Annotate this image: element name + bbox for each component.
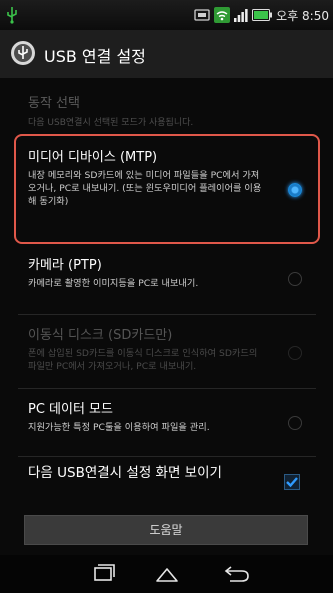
divider <box>18 456 316 457</box>
option-pc-data-mode[interactable]: PC 데이터 모드 지원가능한 특정 PC툴을 이용하여 파일을 관리. <box>18 390 316 454</box>
radio-pc-data-mode[interactable] <box>288 416 302 430</box>
section-title: 동작 선택 <box>28 96 80 111</box>
divider <box>18 388 316 389</box>
signal-icon <box>234 9 248 22</box>
usb-settings-icon <box>11 41 35 65</box>
selection-highlight <box>14 134 320 244</box>
option-title: 이동식 디스크 (SD카드만) <box>28 328 173 343</box>
screenshot-icon <box>194 9 210 21</box>
radio-ptp[interactable] <box>288 272 302 286</box>
battery-icon <box>252 9 273 21</box>
checkmark-icon <box>286 477 298 488</box>
status-time: 오후 8:50 <box>276 8 329 23</box>
show-settings-checkbox[interactable] <box>284 474 300 490</box>
option-ptp[interactable]: 카메라 (PTP) 카메라로 촬영한 이미지등을 PC로 내보내기. <box>18 246 316 312</box>
option-description: 카메라로 촬영한 이미지등을 PC로 내보내기. <box>28 278 199 289</box>
option-removable-disk: 이동식 디스크 (SD카드만) 폰에 삽입된 SD카드를 이동식 디스크로 인식… <box>18 316 316 386</box>
home-icon[interactable] <box>152 562 182 586</box>
back-icon[interactable] <box>222 562 252 586</box>
show-settings-checkbox-row[interactable]: 다음 USB연결시 설정 화면 보이기 <box>18 458 316 512</box>
usb-icon <box>7 7 17 24</box>
divider <box>18 314 316 315</box>
section-header: 동작 선택 다음 USB연결시 선택된 모드가 사용됩니다. <box>28 92 318 128</box>
option-description: 지원가능한 특정 PC툴을 이용하여 파일을 관리. <box>28 422 210 433</box>
help-button[interactable]: 도움말 <box>24 515 308 545</box>
checkbox-label: 다음 USB연결시 설정 화면 보이기 <box>28 465 222 481</box>
option-description: 폰에 삽입된 SD카드를 이동식 디스크로 인식하여 SD카드의 파일만 PC에… <box>28 348 258 372</box>
section-description: 다음 USB연결시 선택된 모드가 사용됩니다. <box>28 118 194 128</box>
wifi-icon <box>214 7 231 23</box>
navigation-bar <box>0 555 333 593</box>
option-title: 카메라 (PTP) <box>28 258 102 273</box>
title-bar: USB 연결 설정 <box>0 30 333 79</box>
radio-removable-disk <box>288 346 302 360</box>
settings-list: 동작 선택 다음 USB연결시 선택된 모드가 사용됩니다. 미디어 디바이스 … <box>0 78 333 555</box>
recent-apps-icon[interactable] <box>88 562 118 586</box>
option-title: PC 데이터 모드 <box>28 402 113 417</box>
status-bar: 오후 8:50 <box>0 0 333 30</box>
page-title: USB 연결 설정 <box>44 47 146 66</box>
